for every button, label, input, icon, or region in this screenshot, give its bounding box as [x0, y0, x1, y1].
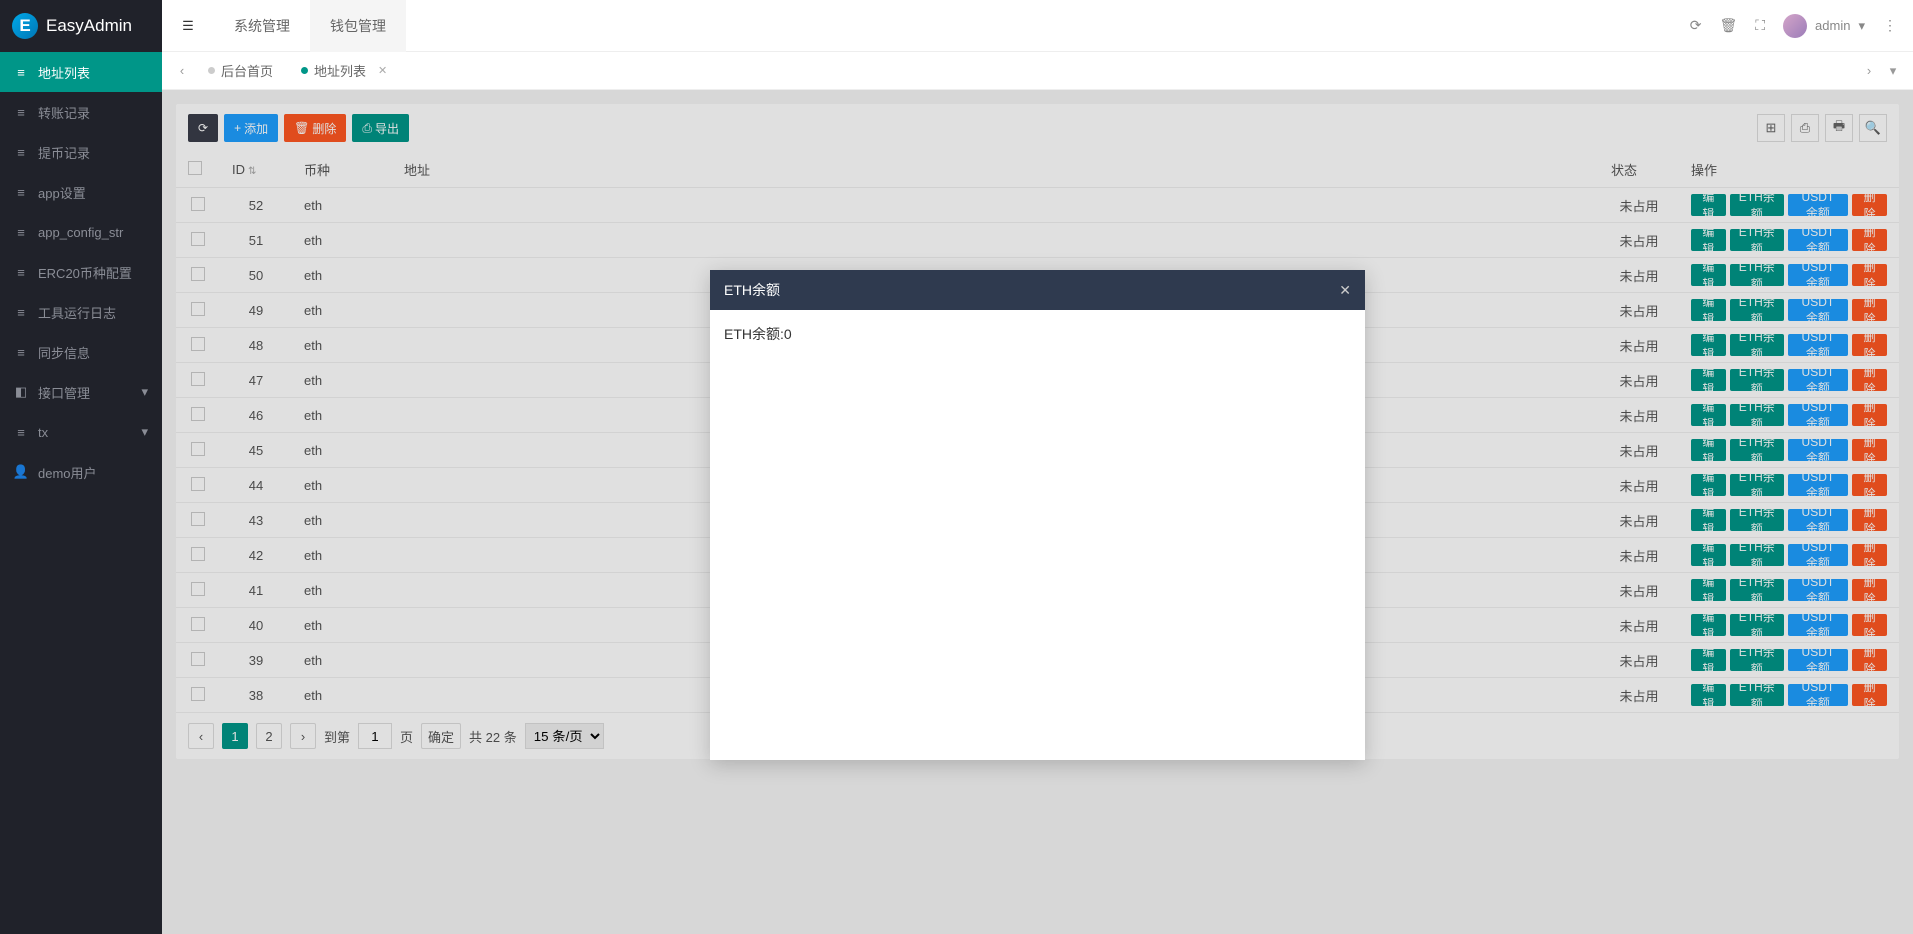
sidebar-item-8[interactable]: ◧ 接口管理 ▾ [0, 372, 162, 412]
nav-label: tx [38, 425, 48, 440]
main: ☰ 系统管理 钱包管理 ⟳ 🗑 ⛶ admin ▾ ⋮ ‹ 后台首页 [162, 0, 1913, 934]
nav-label: 提币记录 [38, 143, 90, 162]
modal-title: ETH余额 [724, 280, 780, 300]
sidebar-item-9[interactable]: ≡ tx ▾ [0, 412, 162, 452]
logo-icon: E [12, 13, 38, 39]
nav-label: 同步信息 [38, 343, 90, 362]
list-icon: ≡ [14, 265, 28, 280]
topbar: ☰ 系统管理 钱包管理 ⟳ 🗑 ⛶ admin ▾ ⋮ [162, 0, 1913, 52]
nav-label: app_config_str [38, 225, 123, 240]
modal-header: ETH余额 ✕ [710, 270, 1365, 310]
port-icon: ◧ [14, 384, 28, 400]
list-icon: ≡ [14, 145, 28, 160]
list-icon: ≡ [14, 305, 28, 320]
menu-toggle-icon[interactable]: ☰ [162, 0, 214, 52]
app-name: EasyAdmin [46, 16, 132, 36]
username: admin [1815, 18, 1850, 33]
modal-body: ETH余额:0 [710, 310, 1365, 760]
user-icon: 👤 [14, 464, 28, 480]
sidebar-item-3[interactable]: ≡ app设置 [0, 172, 162, 212]
close-icon[interactable]: ✕ [378, 64, 387, 77]
sidebar-item-10[interactable]: 👤 demo用户 [0, 452, 162, 492]
nav-label: 转账记录 [38, 103, 90, 122]
fullscreen-icon[interactable]: ⛶ [1755, 17, 1765, 34]
list-icon: ≡ [14, 225, 28, 240]
logo: E EasyAdmin [0, 0, 162, 52]
chevron-down-icon: ▾ [141, 424, 148, 440]
tabs-prev-icon[interactable]: ‹ [170, 63, 194, 78]
top-tab-wallet[interactable]: 钱包管理 [310, 0, 406, 52]
list-icon: ≡ [14, 185, 28, 200]
tab-address-list[interactable]: 地址列表 ✕ [287, 52, 401, 90]
tabs-next-icon[interactable]: › [1857, 63, 1881, 79]
more-icon[interactable]: ⋮ [1883, 17, 1897, 34]
sidebar-item-5[interactable]: ≡ ERC20币种配置 [0, 252, 162, 292]
list-icon: ≡ [14, 65, 28, 80]
sidebar-item-1[interactable]: ≡ 转账记录 [0, 92, 162, 132]
avatar [1783, 14, 1807, 38]
nav-label: demo用户 [38, 463, 97, 482]
sidebar-item-4[interactable]: ≡ app_config_str [0, 212, 162, 252]
tab-dot-icon [208, 67, 215, 74]
tab-home[interactable]: 后台首页 [194, 52, 287, 90]
sidebar-item-0[interactable]: ≡ 地址列表 [0, 52, 162, 92]
user-menu[interactable]: admin ▾ [1783, 14, 1865, 38]
tabs-dropdown-icon[interactable]: ▾ [1881, 63, 1905, 79]
nav-label: 接口管理 [38, 383, 90, 402]
list-icon: ≡ [14, 105, 28, 120]
close-icon[interactable]: ✕ [1339, 282, 1351, 299]
tab-label: 地址列表 [314, 61, 366, 80]
sidebar-item-6[interactable]: ≡ 工具运行日志 [0, 292, 162, 332]
chevron-down-icon: ▾ [1858, 18, 1865, 34]
modal-overlay[interactable]: ETH余额 ✕ ETH余额:0 [162, 90, 1913, 934]
nav-label: 工具运行日志 [38, 303, 116, 322]
list-icon: ≡ [14, 425, 28, 440]
modal: ETH余额 ✕ ETH余额:0 [710, 270, 1365, 760]
nav-label: ERC20币种配置 [38, 263, 132, 282]
sidebar-item-7[interactable]: ≡ 同步信息 [0, 332, 162, 372]
list-icon: ≡ [14, 345, 28, 360]
tab-dot-icon [301, 67, 308, 74]
refresh-icon[interactable]: ⟳ [1690, 17, 1702, 34]
tab-label: 后台首页 [221, 61, 273, 80]
nav-label: 地址列表 [38, 63, 90, 82]
content: ⟳ +添加 🗑删除 ⎙导出 ⊞ ⎙ 🖶 🔍 ID⇅ [162, 90, 1913, 934]
trash-icon[interactable]: 🗑 [1719, 17, 1737, 34]
sidebar-item-2[interactable]: ≡ 提币记录 [0, 132, 162, 172]
sidebar: E EasyAdmin ≡ 地址列表 ≡ 转账记录 ≡ 提币记录 ≡ app设置 ≡ app_co… [0, 0, 162, 934]
top-tab-system[interactable]: 系统管理 [214, 0, 310, 52]
nav-label: app设置 [38, 183, 86, 202]
tabs-bar: ‹ 后台首页 地址列表 ✕ › ▾ [162, 52, 1913, 90]
chevron-down-icon: ▾ [141, 384, 148, 400]
